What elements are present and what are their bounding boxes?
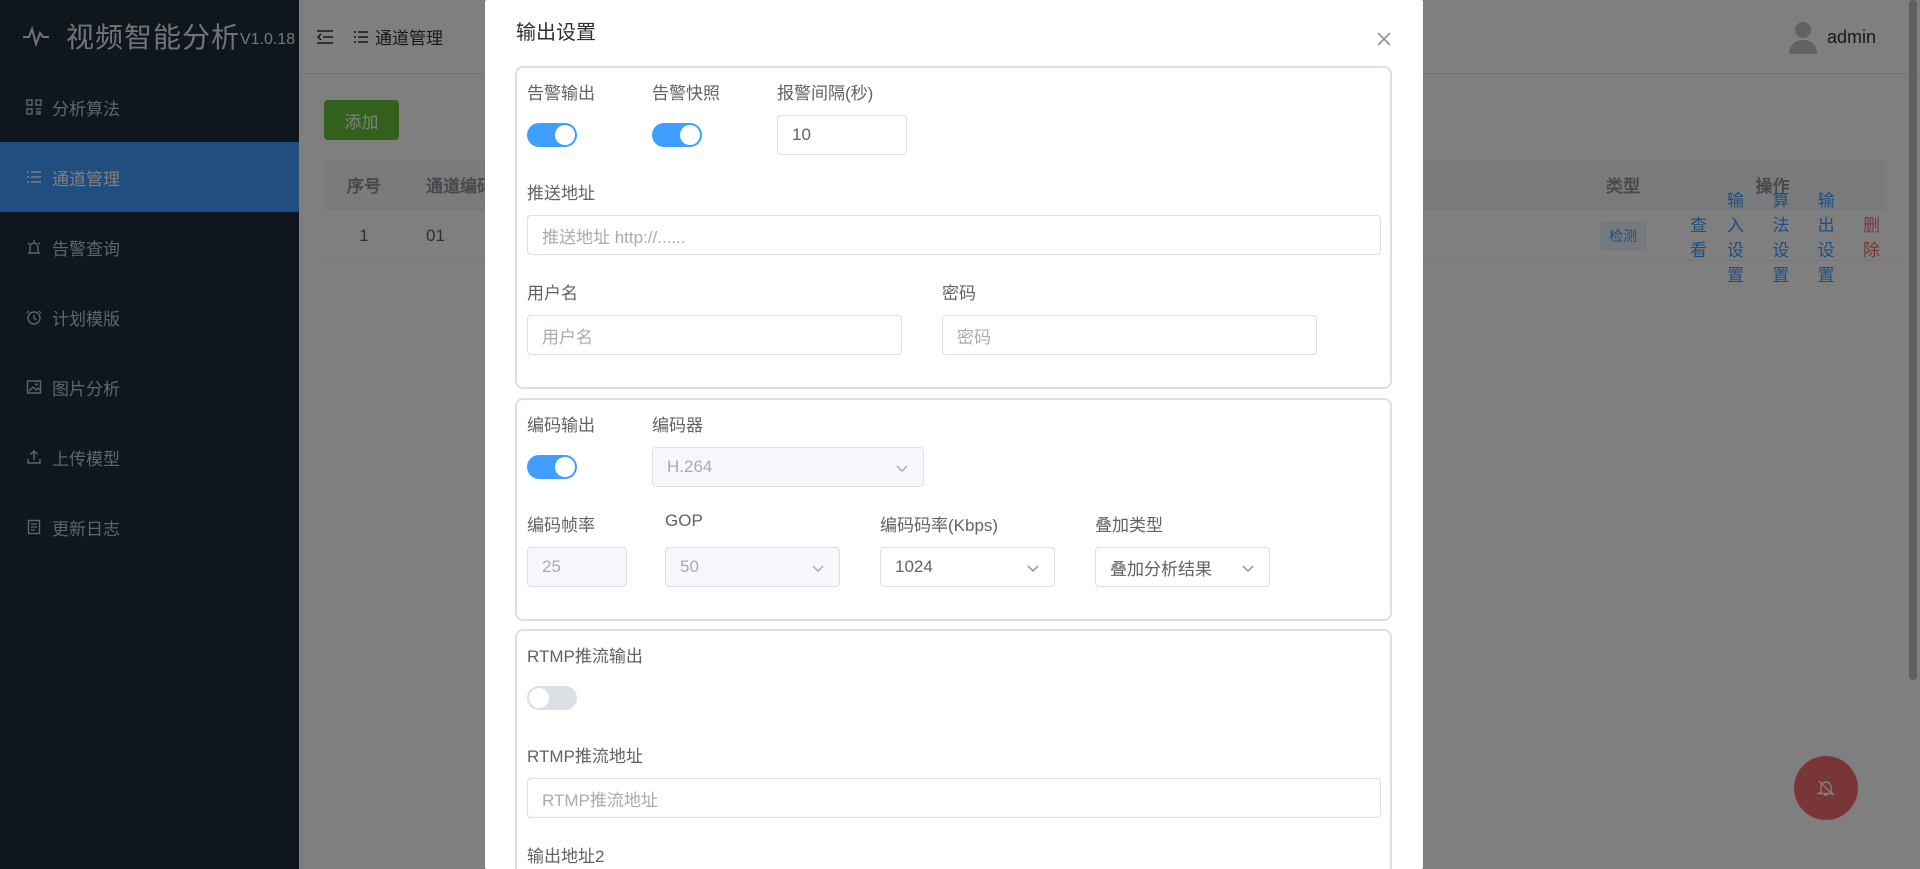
switch-knob bbox=[680, 125, 700, 145]
fps-label: 编码帧率 bbox=[527, 516, 595, 535]
dialog-title: 输出设置 bbox=[516, 22, 596, 44]
push-url-label: 推送地址 bbox=[527, 184, 595, 203]
rtmp-url-label: RTMP推流地址 bbox=[527, 747, 643, 766]
username-input[interactable]: 用户名 bbox=[527, 315, 902, 355]
alarm-snapshot-label: 告警快照 bbox=[652, 84, 720, 103]
alarm-output-switch[interactable] bbox=[527, 123, 577, 147]
alarm-snapshot-switch[interactable] bbox=[652, 123, 702, 147]
switch-knob bbox=[529, 688, 549, 708]
alarm-interval-input[interactable]: 10 bbox=[777, 115, 907, 155]
bitrate-label: 编码码率(Kbps) bbox=[880, 516, 999, 535]
username-label: 用户名 bbox=[527, 284, 578, 303]
bitrate-value: 1024 bbox=[895, 557, 933, 576]
switch-knob bbox=[555, 125, 575, 145]
chevron-down-icon bbox=[1027, 565, 1039, 573]
gop-value: 50 bbox=[680, 557, 699, 576]
alarm-interval-label: 报警间隔(秒) bbox=[777, 84, 874, 103]
rtmp-output-group: RTMP推流输出 RTMP推流地址 RTMP推流地址 输出地址2 bbox=[515, 629, 1392, 869]
rtmp-output-label: RTMP推流输出 bbox=[527, 647, 643, 666]
gop-select[interactable]: 50 bbox=[665, 547, 840, 587]
encoder-value: H.264 bbox=[667, 457, 713, 476]
encoder-select[interactable]: H.264 bbox=[652, 447, 924, 487]
fps-input[interactable]: 25 bbox=[527, 547, 627, 587]
password-label: 密码 bbox=[942, 284, 976, 303]
output-settings-dialog: 输出设置 告警输出 告警快照 报警间隔(秒) 10 推送地址 推送地址 http… bbox=[485, 0, 1423, 869]
alarm-output-label: 告警输出 bbox=[527, 84, 595, 103]
close-icon[interactable] bbox=[1375, 30, 1393, 48]
bitrate-select[interactable]: 1024 bbox=[880, 547, 1055, 587]
rtmp-output-switch[interactable] bbox=[527, 686, 577, 710]
output-address-2-label: 输出地址2 bbox=[527, 847, 605, 866]
chevron-down-icon bbox=[1242, 565, 1254, 573]
rtmp-url-input[interactable]: RTMP推流地址 bbox=[527, 778, 1381, 818]
encode-output-switch[interactable] bbox=[527, 455, 577, 479]
encoder-label: 编码器 bbox=[652, 416, 703, 435]
password-input[interactable]: 密码 bbox=[942, 315, 1317, 355]
overlay-type-value: 叠加分析结果 bbox=[1110, 559, 1212, 579]
encode-output-group: 编码输出 编码器 H.264 编码帧率 25 GOP 50 编码码率(Kbps)… bbox=[515, 398, 1392, 621]
overlay-type-label: 叠加类型 bbox=[1095, 516, 1163, 535]
chevron-down-icon bbox=[812, 565, 824, 573]
alarm-output-group: 告警输出 告警快照 报警间隔(秒) 10 推送地址 推送地址 http://..… bbox=[515, 66, 1392, 389]
gop-label: GOP bbox=[665, 511, 703, 530]
encode-output-label: 编码输出 bbox=[527, 416, 595, 435]
switch-knob bbox=[555, 457, 575, 477]
push-url-input[interactable]: 推送地址 http://...... bbox=[527, 215, 1381, 255]
overlay-type-select[interactable]: 叠加分析结果 bbox=[1095, 547, 1270, 587]
chevron-down-icon bbox=[896, 465, 908, 473]
